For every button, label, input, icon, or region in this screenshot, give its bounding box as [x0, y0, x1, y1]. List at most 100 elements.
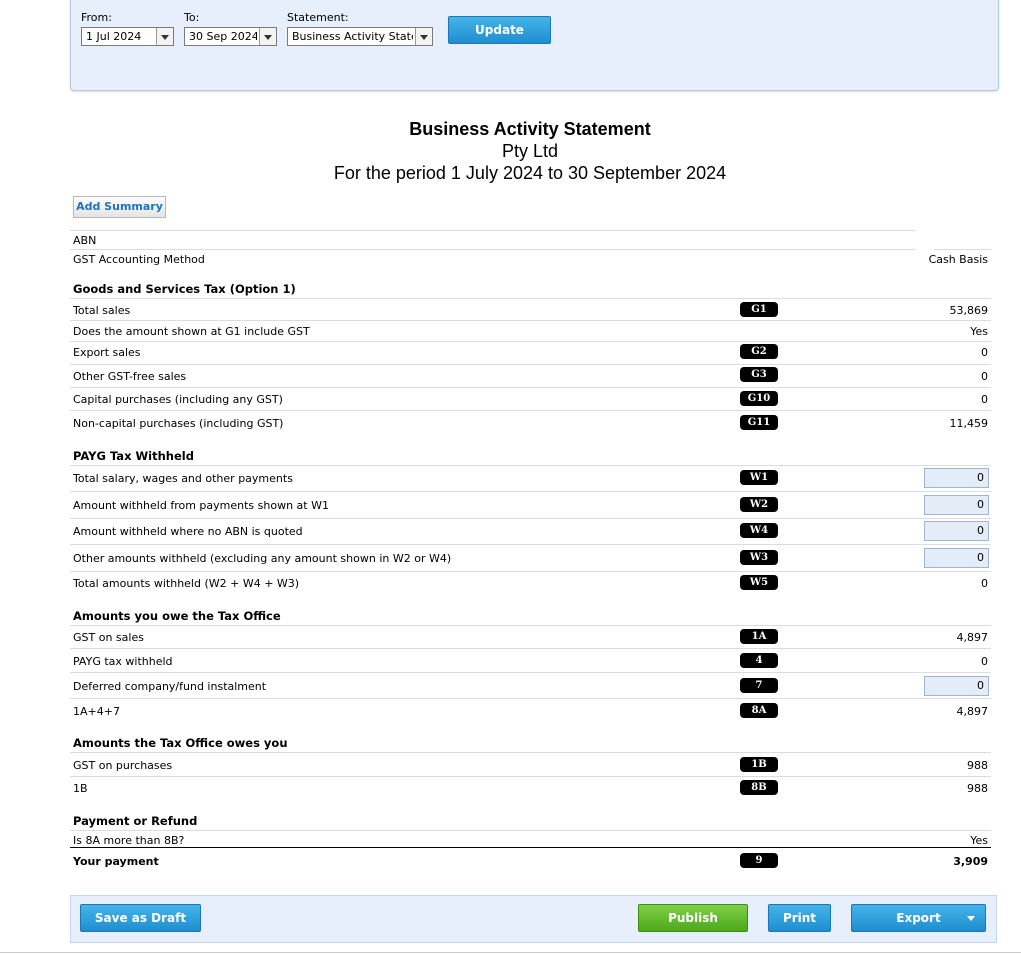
update-button[interactable]: Update: [448, 16, 551, 44]
divider: [70, 847, 991, 848]
save-draft-button[interactable]: Save as Draft: [80, 904, 201, 932]
divider: [70, 830, 991, 831]
gst-method-value: Cash Basis: [928, 253, 988, 266]
divider: [70, 698, 991, 699]
g1-include-gst-value: Yes: [970, 325, 988, 338]
deferred-instalment-label: Deferred company/fund instalment: [73, 680, 267, 693]
total-withheld-value: 0: [981, 577, 988, 590]
w1-input[interactable]: 0: [924, 468, 989, 488]
code-badge-1a: 1A: [740, 629, 778, 644]
total-salary-label: Total salary, wages and other payments: [73, 472, 293, 485]
print-button[interactable]: Print: [768, 904, 831, 932]
divider: [70, 544, 991, 545]
divider: [70, 672, 991, 673]
from-label: From:: [81, 11, 112, 24]
total-owes-you-label: 1B: [73, 782, 88, 795]
export-button-label: Export: [896, 911, 941, 925]
divider: [70, 752, 991, 753]
total-sales-label: Total sales: [73, 304, 131, 317]
capital-purchases-label: Capital purchases (including any GST): [73, 393, 283, 406]
w2-input[interactable]: 0: [924, 495, 989, 515]
divider: [934, 249, 991, 250]
withheld-w1-label: Amount withheld from payments shown at W…: [73, 499, 329, 512]
divider: [70, 230, 915, 231]
export-button[interactable]: Export: [851, 904, 986, 932]
divider: [70, 648, 991, 649]
non-capital-purchases-label: Non-capital purchases (including GST): [73, 417, 284, 430]
g1-include-gst-label: Does the amount shown at G1 include GST: [73, 325, 310, 338]
code-badge-8b: 8B: [740, 780, 778, 795]
your-payment-value: 3,909: [953, 855, 988, 868]
code-badge-g10: G10: [740, 391, 778, 406]
gst-free-sales-value: 0: [981, 370, 988, 383]
chevron-down-icon[interactable]: [415, 28, 432, 45]
payg-withheld-value: 0: [981, 655, 988, 668]
divider: [70, 364, 991, 365]
code-badge-1b: 1B: [740, 757, 778, 772]
payg-withheld-label: PAYG tax withheld: [73, 655, 173, 668]
publish-button[interactable]: Publish: [638, 904, 748, 932]
statement-value: Business Activity Statement: [292, 30, 413, 43]
abn-label: ABN: [73, 234, 97, 247]
divider: [70, 491, 991, 492]
divider: [70, 410, 991, 411]
no-abn-withheld-label: Amount withheld where no ABN is quoted: [73, 525, 303, 538]
code-badge-8a: 8A: [740, 703, 778, 718]
code-badge-w3: W3: [740, 550, 778, 565]
owes-you-section-title: Amounts the Tax Office owes you: [73, 736, 288, 750]
export-sales-label: Export sales: [73, 346, 141, 359]
from-date-value: 1 Jul 2024: [86, 30, 142, 43]
w4-input[interactable]: 0: [924, 521, 989, 541]
report-period: For the period 1 July 2024 to 30 Septemb…: [333, 163, 727, 183]
divider: [70, 249, 915, 250]
code-badge-g11: G11: [740, 415, 778, 430]
to-date-select[interactable]: 30 Sep 2024: [184, 27, 277, 46]
payment-section-title: Payment or Refund: [73, 814, 198, 828]
export-sales-value: 0: [981, 346, 988, 359]
statement-select[interactable]: Business Activity Statement: [287, 27, 433, 46]
gst-on-purchases-value: 988: [967, 759, 988, 772]
gst-section-title: Goods and Services Tax (Option 1): [73, 282, 296, 296]
company-name: Pty Ltd: [501, 141, 559, 161]
code-badge-g3: G3: [740, 367, 778, 382]
chevron-down-icon[interactable]: [156, 28, 173, 45]
divider: [70, 776, 991, 777]
code-badge-7: 7: [740, 678, 778, 693]
code-badge-w1: W1: [740, 470, 778, 485]
gst-on-sales-label: GST on sales: [73, 631, 144, 644]
caret-down-icon[interactable]: [967, 916, 975, 921]
add-summary-button[interactable]: Add Summary: [73, 196, 166, 218]
page-bottom-divider: [0, 952, 1021, 953]
divider: [70, 387, 991, 388]
gst-method-label: GST Accounting Method: [73, 253, 205, 266]
code-badge-g1: G1: [740, 302, 778, 317]
gst-free-sales-label: Other GST-free sales: [73, 370, 187, 383]
w3-input[interactable]: 0: [924, 548, 989, 568]
chevron-down-icon[interactable]: [259, 28, 276, 45]
divider: [70, 518, 991, 519]
code-badge-w5: W5: [740, 575, 778, 590]
compare-label: Is 8A more than 8B?: [73, 834, 185, 847]
divider: [70, 625, 991, 626]
code-badge-4: 4: [740, 653, 778, 668]
total-sales-value: 53,869: [949, 304, 989, 317]
other-withheld-label: Other amounts withheld (excluding any am…: [73, 552, 452, 565]
to-label: To:: [184, 11, 200, 24]
owe-section-title: Amounts you owe the Tax Office: [73, 609, 281, 623]
total-owe-label: 1A+4+7: [73, 705, 120, 718]
compare-value: Yes: [970, 834, 988, 847]
total-owes-you-value: 988: [967, 782, 988, 795]
payg-section-title: PAYG Tax Withheld: [73, 449, 194, 463]
code-badge-w4: W4: [740, 523, 778, 538]
from-date-select[interactable]: 1 Jul 2024: [81, 27, 174, 46]
non-capital-purchases-value: 11,459: [949, 417, 989, 430]
report-title: Business Activity Statement: [409, 119, 651, 139]
gst-on-purchases-label: GST on purchases: [73, 759, 173, 772]
code-badge-w2: W2: [740, 497, 778, 512]
divider: [70, 341, 991, 342]
total-owe-value: 4,897: [956, 705, 989, 718]
total-withheld-label: Total amounts withheld (W2 + W4 + W3): [73, 577, 300, 590]
divider: [70, 571, 991, 572]
deferred-instalment-input[interactable]: 0: [924, 676, 989, 696]
capital-purchases-value: 0: [981, 393, 988, 406]
